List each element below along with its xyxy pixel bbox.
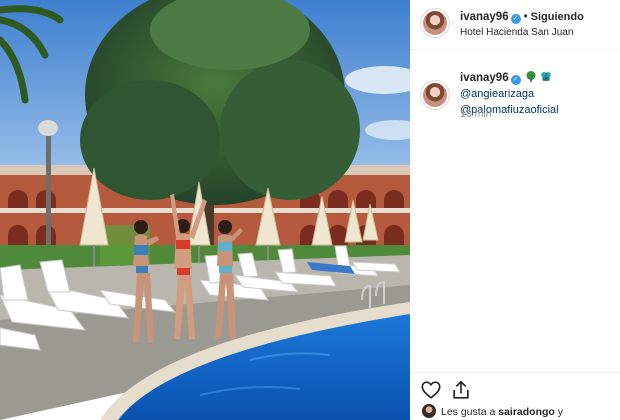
mention-link[interactable]: @angiearizaga <box>460 88 534 100</box>
hotel-pool-photo <box>0 0 410 420</box>
post-actions <box>410 372 620 402</box>
header-line: ivanay96 ✓ • Siguiendo <box>460 11 584 24</box>
likes-prefix: Les gusta a <box>441 406 496 418</box>
post-side-panel: ivanay96 ✓ • Siguiendo Hotel Hacienda San J… <box>410 0 620 420</box>
post-location[interactable]: Hotel Hacienda San Juan <box>460 27 573 38</box>
verified-badge-icon: ✓ <box>510 14 521 24</box>
green-tree-icon <box>526 71 536 82</box>
author-username[interactable]: ivanay96 <box>460 11 509 23</box>
avatar-image <box>423 11 447 35</box>
liker-avatar[interactable] <box>422 404 436 418</box>
butterfly-icon <box>540 72 551 81</box>
separator-dot: • <box>523 11 528 23</box>
share-icon[interactable] <box>450 379 472 401</box>
author-avatar[interactable] <box>420 8 450 38</box>
liker-username[interactable]: sairadongo <box>498 406 555 418</box>
caption-username[interactable]: ivanay96 <box>460 72 509 84</box>
caption-author-avatar[interactable] <box>420 80 450 110</box>
likes-suffix: y <box>557 406 563 418</box>
follow-status-button[interactable]: Siguiendo <box>531 11 584 23</box>
heart-icon[interactable] <box>420 379 442 401</box>
likes-summary: Les gusta a sairadongo y <box>422 404 563 418</box>
post-header: ivanay96 ✓ • Siguiendo Hotel Hacienda San J… <box>410 0 620 50</box>
caption-timestamp: 13 min <box>460 108 492 120</box>
post-photo[interactable] <box>0 0 410 420</box>
verified-badge-icon: ✓ <box>510 75 521 85</box>
avatar-image <box>423 83 447 107</box>
